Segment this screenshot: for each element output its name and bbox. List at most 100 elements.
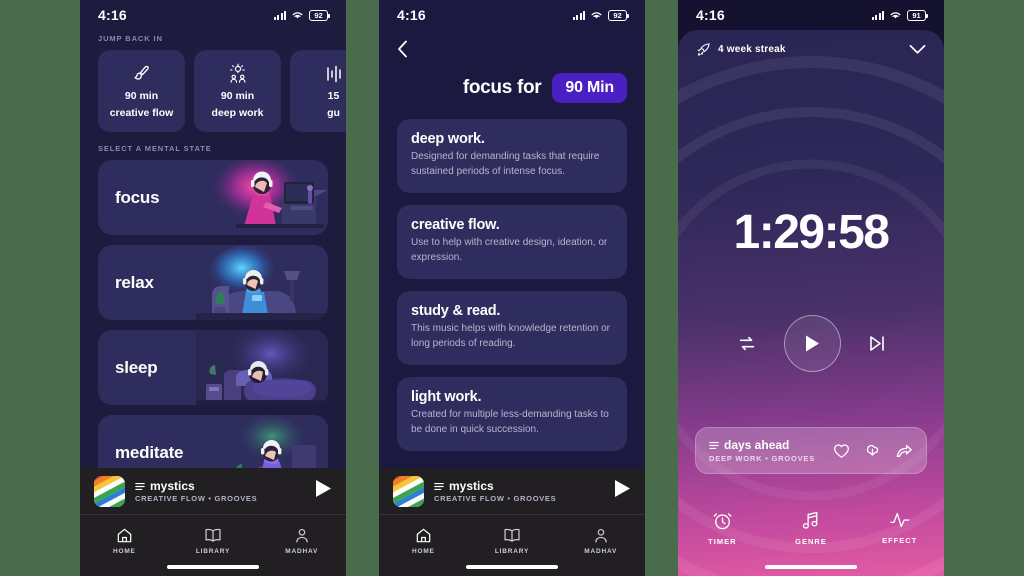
mini-player-title-row: mystics xyxy=(135,479,305,493)
duration-pill-button[interactable]: 90 Min xyxy=(552,73,627,103)
play-pause-button[interactable] xyxy=(783,315,841,372)
jump-card-duration: 90 min xyxy=(220,89,255,102)
mini-player-title-row: mystics xyxy=(434,479,604,493)
tab-library[interactable]: LIBRARY xyxy=(468,527,557,555)
skip-next-icon[interactable] xyxy=(867,334,887,353)
wifi-icon xyxy=(591,12,602,19)
state-label: meditate xyxy=(115,442,184,462)
tab-timer[interactable]: TIMER xyxy=(678,510,767,546)
mini-player[interactable]: mystics CREATIVE FLOW • GROOVES xyxy=(379,468,645,514)
status-bar: 4:16 92 xyxy=(80,0,346,30)
home-indicator xyxy=(466,565,558,569)
tab-profile[interactable]: MADHAV xyxy=(556,527,645,555)
lightbulb-people-icon xyxy=(227,62,249,86)
signal-bars-icon xyxy=(572,10,585,20)
streak-row[interactable]: 4 week streak xyxy=(678,42,944,57)
mini-player-text: mystics CREATIVE FLOW • GROOVES xyxy=(135,479,305,503)
state-label: focus xyxy=(115,187,160,207)
mode-card-deep-work[interactable]: deep work. Designed for demanding tasks … xyxy=(397,119,627,193)
mental-state-list: focus relax sleep meditate xyxy=(80,160,346,490)
now-playing-card[interactable]: days ahead DEEP WORK • GROOVES xyxy=(695,427,927,474)
heart-icon[interactable] xyxy=(833,443,850,459)
now-playing-text: days ahead DEEP WORK • GROOVES xyxy=(709,438,824,463)
mode-description: Designed for demanding tasks that requir… xyxy=(411,151,600,177)
queue-list-icon xyxy=(135,482,145,490)
tab-effect[interactable]: EFFECT xyxy=(855,510,944,546)
tab-label: EFFECT xyxy=(882,536,918,545)
wifi-icon xyxy=(292,12,303,19)
home-icon xyxy=(416,528,431,543)
download-icon[interactable] xyxy=(864,442,881,459)
jump-card-duration: 90 min xyxy=(124,89,159,102)
mode-card-study-read[interactable]: study & read. This music helps with know… xyxy=(397,291,627,365)
jump-card-title: gu xyxy=(327,107,340,119)
select-mental-state-label: SELECT A MENTAL STATE xyxy=(98,144,212,153)
jump-card-deep-work[interactable]: 90 min deep work xyxy=(194,50,281,132)
status-indicators: 92 xyxy=(273,9,330,21)
wifi-icon xyxy=(890,12,901,19)
jump-card-duration: 15 xyxy=(327,89,340,102)
mode-description: Use to help with creative design, ideati… xyxy=(411,237,608,263)
jump-back-in-label: JUMP BACK IN xyxy=(98,34,163,43)
battery-indicator: 92 xyxy=(309,9,330,21)
mode-card-creative-flow[interactable]: creative flow. Use to help with creative… xyxy=(397,205,627,279)
player-sheet xyxy=(678,30,944,576)
back-button[interactable] xyxy=(379,30,645,63)
streak-label: 4 week streak xyxy=(718,44,786,55)
mode-description: Created for multiple less-demanding task… xyxy=(411,409,609,435)
tab-label: LIBRARY xyxy=(195,548,231,555)
mini-player-subtitle: CREATIVE FLOW • GROOVES xyxy=(434,494,557,503)
status-time: 4:16 xyxy=(98,7,127,23)
signal-bars-icon xyxy=(871,10,884,20)
status-time: 4:16 xyxy=(397,7,426,23)
state-card-sleep[interactable]: sleep xyxy=(98,330,328,405)
tab-label: HOME xyxy=(112,548,136,555)
tab-home[interactable]: HOME xyxy=(379,527,468,555)
home-indicator xyxy=(765,565,857,569)
alarm-clock-icon xyxy=(713,513,732,530)
mode-card-light-work[interactable]: light work. Created for multiple less-de… xyxy=(397,377,627,451)
tab-library[interactable]: LIBRARY xyxy=(169,527,258,555)
focus-duration-header: focus for 90 Min xyxy=(379,63,645,103)
person-icon xyxy=(295,528,308,543)
tab-home[interactable]: HOME xyxy=(80,527,169,555)
tab-genre[interactable]: GENRE xyxy=(767,510,856,546)
state-card-focus[interactable]: focus xyxy=(98,160,328,235)
mode-title: deep work. xyxy=(411,131,485,147)
tab-label: LIBRARY xyxy=(494,548,530,555)
mini-player-text: mystics CREATIVE FLOW • GROOVES xyxy=(434,479,604,503)
mini-player[interactable]: mystics CREATIVE FLOW • GROOVES xyxy=(80,468,346,514)
battery-indicator: 91 xyxy=(907,9,928,21)
mini-player-title: mystics xyxy=(150,479,195,493)
rainbow-stripes-artwork xyxy=(94,475,125,507)
screenshot-stage: 4:16 92 JUMP BACK IN 90 min creative flo… xyxy=(0,0,1024,576)
mini-player-title: mystics xyxy=(449,479,494,493)
queue-list-icon xyxy=(709,441,719,449)
repeat-icon[interactable] xyxy=(736,334,758,353)
jump-card-creative-flow[interactable]: 90 min creative flow xyxy=(98,50,185,132)
share-icon[interactable] xyxy=(895,443,913,459)
chevron-left-icon xyxy=(398,40,407,58)
now-playing-title: days ahead xyxy=(724,438,790,452)
mini-player-subtitle: CREATIVE FLOW • GROOVES xyxy=(135,494,258,503)
jump-back-in-row[interactable]: 90 min creative flow 90 min deep work 15… xyxy=(80,50,346,132)
status-time: 4:16 xyxy=(696,7,725,23)
jump-card-title: deep work xyxy=(211,107,264,119)
mode-list: deep work. Designed for demanding tasks … xyxy=(379,103,645,451)
tab-label: TIMER xyxy=(708,537,737,546)
jump-card-guided-partial[interactable]: 15 gu xyxy=(290,50,346,132)
phone-screen-player: 4:16 91 4 week streak 1:29:58 days ahead… xyxy=(678,0,944,576)
play-icon[interactable] xyxy=(614,479,631,503)
jump-card-title: creative flow xyxy=(109,107,174,119)
tab-label: GENRE xyxy=(795,537,827,546)
tab-profile[interactable]: MADHAV xyxy=(257,527,346,555)
waveform-icon xyxy=(889,512,910,528)
mode-title: light work. xyxy=(411,389,482,405)
chevron-down-icon[interactable] xyxy=(909,44,926,55)
paintbrush-icon xyxy=(132,62,152,86)
state-card-relax[interactable]: relax xyxy=(98,245,328,320)
decorative-rings xyxy=(678,56,944,576)
home-indicator xyxy=(167,565,259,569)
player-tool-tabs: TIMER GENRE EFFECT xyxy=(678,510,944,546)
play-icon[interactable] xyxy=(315,479,332,503)
